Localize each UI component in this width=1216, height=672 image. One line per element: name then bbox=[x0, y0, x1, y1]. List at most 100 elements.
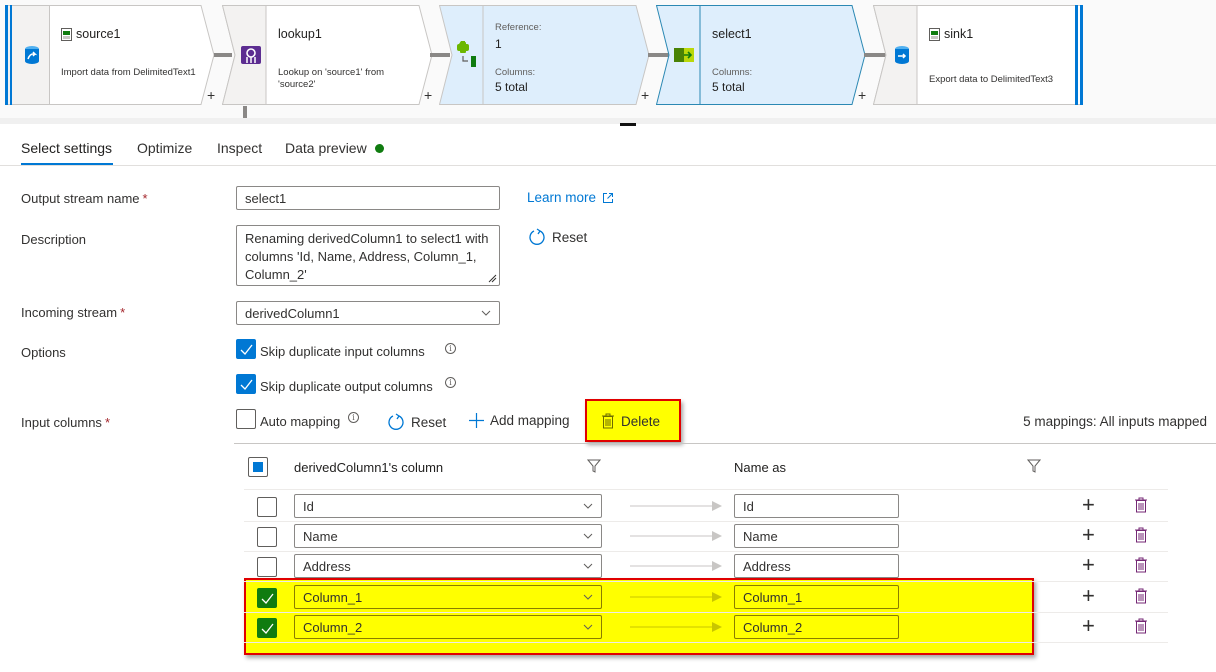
add-transform-button[interactable]: + bbox=[424, 87, 432, 103]
mapping-arrow-icon bbox=[630, 501, 722, 511]
row-checkbox[interactable] bbox=[257, 497, 277, 517]
trash-icon[interactable] bbox=[1134, 527, 1148, 543]
checkmark-icon bbox=[240, 344, 253, 355]
checkmark-icon bbox=[240, 379, 253, 390]
row-divider bbox=[244, 521, 1168, 522]
add-row-mapping-button[interactable]: + bbox=[1082, 494, 1095, 516]
tab-data-preview[interactable]: Data preview bbox=[285, 140, 384, 156]
resize-grip-icon[interactable] bbox=[487, 273, 497, 283]
output-stream-name-input[interactable]: select1 bbox=[236, 186, 500, 210]
skip-duplicate-input-checkbox[interactable] bbox=[236, 339, 256, 359]
node-select1[interactable]: select1 Columns: 5 total + bbox=[656, 5, 871, 105]
csv-file-icon bbox=[61, 27, 72, 41]
description-reset-button[interactable]: Reset bbox=[528, 228, 587, 246]
trash-icon[interactable] bbox=[1134, 618, 1148, 634]
mapping-arrow-icon bbox=[630, 592, 722, 602]
chevron-down-icon bbox=[583, 624, 593, 630]
mapping-arrow-icon bbox=[630, 622, 722, 632]
reset-icon bbox=[529, 228, 545, 245]
node-sink1[interactable]: sink1 Export data to DelimitedText3 bbox=[873, 5, 1085, 105]
add-transform-button[interactable]: + bbox=[858, 87, 866, 103]
tab-inspect[interactable]: Inspect bbox=[217, 140, 262, 156]
node-title: source1 bbox=[61, 27, 120, 41]
node-description: Import data from DelimitedText1 bbox=[61, 67, 196, 78]
mapping-reset-button[interactable]: Reset bbox=[387, 413, 446, 431]
plus-icon bbox=[469, 413, 484, 428]
source-column-dropdown[interactable]: Column_2 bbox=[294, 615, 602, 639]
row-checkbox[interactable] bbox=[257, 588, 277, 608]
source-column-dropdown[interactable]: Column_1 bbox=[294, 585, 602, 609]
name-as-input[interactable]: Id bbox=[734, 494, 899, 518]
row-checkbox[interactable] bbox=[257, 557, 277, 577]
add-transform-button[interactable]: + bbox=[207, 87, 215, 103]
chevron-down-icon bbox=[583, 563, 593, 569]
trash-icon[interactable] bbox=[1134, 557, 1148, 573]
incoming-stream-dropdown[interactable]: derivedColumn1 bbox=[236, 301, 500, 325]
add-transform-button[interactable]: + bbox=[641, 87, 649, 103]
mapping-arrow-icon bbox=[630, 561, 722, 571]
panel-divider bbox=[0, 118, 1216, 124]
indeterminate-icon bbox=[253, 462, 263, 472]
node-description: Lookup on 'source1' from 'source2' bbox=[278, 67, 385, 90]
source-column-dropdown[interactable]: Name bbox=[294, 524, 602, 548]
source-column-dropdown[interactable]: Address bbox=[294, 554, 602, 578]
info-icon[interactable]: i bbox=[445, 377, 456, 388]
chevron-down-icon bbox=[583, 533, 593, 539]
skip-duplicate-output-label: Skip duplicate output columns bbox=[260, 379, 433, 394]
checkmark-icon bbox=[261, 593, 274, 604]
description-label: Description bbox=[21, 232, 87, 247]
name-as-input[interactable]: Address bbox=[734, 554, 899, 578]
description-textarea[interactable]: Renaming derivedColumn1 to select1 with … bbox=[236, 225, 500, 286]
auto-mapping-checkbox[interactable] bbox=[236, 409, 256, 429]
external-link-icon bbox=[603, 192, 614, 203]
sink-database-icon bbox=[887, 5, 917, 105]
node-source1[interactable]: source1 Import data from DelimitedText1 … bbox=[5, 5, 215, 105]
add-row-mapping-button[interactable]: + bbox=[1082, 524, 1095, 546]
add-row-mapping-button[interactable]: + bbox=[1082, 615, 1095, 637]
select-icon bbox=[670, 5, 700, 105]
input-columns-label: Input columns * bbox=[21, 415, 110, 430]
row-checkbox[interactable] bbox=[257, 527, 277, 547]
name-as-input[interactable]: Name bbox=[734, 524, 899, 548]
active-tab-indicator bbox=[21, 163, 113, 165]
csv-file-icon bbox=[929, 27, 940, 41]
tab-select-settings[interactable]: Select settings bbox=[21, 140, 112, 156]
columns-value: 5 total bbox=[495, 80, 528, 94]
node-reference[interactable]: Reference: 1 Columns: 5 total + bbox=[439, 5, 654, 105]
panel-resize-handle[interactable] bbox=[620, 123, 636, 126]
add-row-mapping-button[interactable]: + bbox=[1082, 554, 1095, 576]
source-database-icon bbox=[15, 5, 49, 105]
row-divider bbox=[244, 642, 1168, 643]
learn-more-link[interactable]: Learn more bbox=[527, 190, 614, 205]
chevron-down-icon bbox=[583, 594, 593, 600]
node-title: sink1 bbox=[929, 27, 973, 41]
add-row-mapping-button[interactable]: + bbox=[1082, 585, 1095, 607]
info-icon[interactable]: i bbox=[445, 343, 456, 354]
checkmark-icon bbox=[261, 623, 274, 634]
delete-mapping-button[interactable]: Delete bbox=[601, 413, 660, 429]
filter-icon[interactable] bbox=[587, 459, 601, 473]
trash-icon[interactable] bbox=[1134, 497, 1148, 513]
trash-icon[interactable] bbox=[1134, 588, 1148, 604]
reference-value: 1 bbox=[495, 37, 502, 51]
data-flow-canvas: source1 Import data from DelimitedText1 … bbox=[0, 0, 1216, 118]
row-checkbox[interactable] bbox=[257, 618, 277, 638]
name-as-input[interactable]: Column_1 bbox=[734, 585, 899, 609]
row-divider bbox=[244, 581, 1168, 582]
node-lookup1[interactable]: lookup1 Lookup on 'source1' from 'source… bbox=[222, 5, 437, 105]
node-title: lookup1 bbox=[278, 27, 322, 41]
skip-duplicate-output-checkbox[interactable] bbox=[236, 374, 256, 394]
columns-label: Columns: bbox=[712, 67, 753, 78]
chevron-down-icon bbox=[481, 310, 491, 316]
tab-optimize[interactable]: Optimize bbox=[137, 140, 192, 156]
node-description: Export data to DelimitedText3 bbox=[929, 74, 1054, 85]
reset-icon bbox=[388, 413, 404, 430]
filter-icon[interactable] bbox=[1027, 459, 1041, 473]
select-all-checkbox[interactable] bbox=[248, 457, 268, 477]
info-icon[interactable]: i bbox=[348, 412, 359, 423]
add-mapping-button[interactable]: Add mapping bbox=[469, 413, 570, 428]
source-column-dropdown[interactable]: Id bbox=[294, 494, 602, 518]
name-as-input[interactable]: Column_2 bbox=[734, 615, 899, 639]
output-stream-name-label: Output stream name * bbox=[21, 191, 148, 206]
grid-divider bbox=[234, 443, 1216, 444]
